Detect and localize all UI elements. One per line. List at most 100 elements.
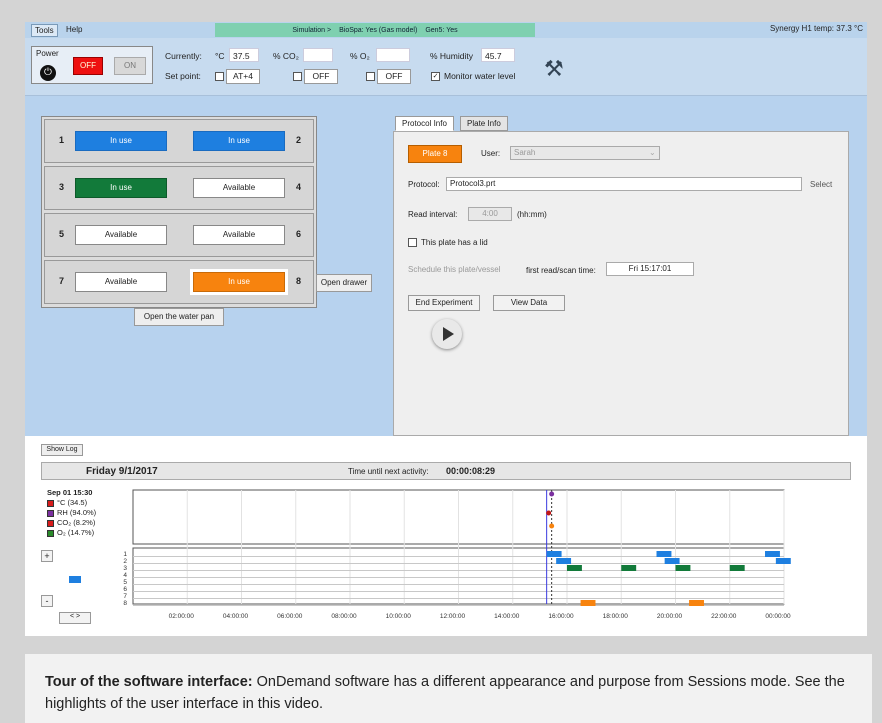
humidity-current-value: 45.7 <box>481 48 515 62</box>
wrench-screwdriver-icon[interactable]: ⚒ <box>544 56 564 82</box>
slot-number: 8 <box>296 276 302 286</box>
temp-setpoint-field[interactable]: AT+4 <box>226 69 260 84</box>
slot-6-button[interactable]: Available <box>193 225 285 245</box>
next-activity-value: 00:00:08:29 <box>446 466 496 476</box>
time-tick-label: 10:00:00 <box>386 613 412 620</box>
end-experiment-button[interactable]: End Experiment <box>408 295 480 311</box>
slot-5-button[interactable]: Available <box>75 225 167 245</box>
first-read-field[interactable]: Fri 15:17:01 <box>606 262 694 276</box>
lid-label: This plate has a lid <box>421 238 488 247</box>
time-tick-label: 00:00:00 <box>765 613 791 620</box>
legend-entry[interactable]: O₂ (14.7%) <box>47 528 96 538</box>
humidity-label: % Humidity <box>430 51 473 61</box>
slot-4-button[interactable]: Available <box>193 178 285 198</box>
zoom-out-button[interactable]: - <box>41 595 53 607</box>
slot-8-button[interactable]: In use <box>193 272 285 292</box>
time-tick-label: 20:00:00 <box>657 613 683 620</box>
play-icon[interactable] <box>432 319 462 349</box>
o2-setpoint-checkbox[interactable] <box>366 72 375 81</box>
co2-setpoint-field[interactable]: OFF <box>304 69 338 84</box>
power-icon: ⏻ <box>40 65 56 81</box>
legend-entry[interactable]: °C (34.5) <box>47 498 96 508</box>
legend-label: CO₂ (8.2%) <box>57 518 96 527</box>
power-group: Power ⏻ OFF ON <box>31 46 153 84</box>
legend-checkbox[interactable] <box>47 509 54 517</box>
protocol-label: Protocol: <box>408 180 440 189</box>
tab-plate-info[interactable]: Plate Info <box>460 116 508 131</box>
show-log-button[interactable]: Show Log <box>41 444 83 456</box>
monitor-water-label: Monitor water level <box>444 71 516 81</box>
lid-checkbox[interactable] <box>408 238 417 247</box>
open-water-pan-button[interactable]: Open the water pan <box>134 308 224 326</box>
legend-checkbox[interactable] <box>47 529 54 537</box>
slot-row: 7 Available In use 8 <box>44 260 314 304</box>
legend-label: O₂ (14.7%) <box>57 528 95 537</box>
open-drawer-button[interactable]: Open drawer <box>316 274 372 292</box>
schedule-label: Schedule this plate/vessel <box>408 265 501 274</box>
main-area: 1 In use In use 2 3 In use Available 4 5… <box>25 96 867 436</box>
time-tick-label: 22:00:00 <box>711 613 737 620</box>
row-label: 5 <box>123 579 127 586</box>
video-caption: Tour of the software interface: OnDemand… <box>25 654 872 723</box>
legend-checkbox[interactable] <box>47 499 54 507</box>
schedule-bar <box>546 551 562 557</box>
zoom-slider-handle[interactable] <box>69 576 81 583</box>
help-menu[interactable]: Help <box>63 24 85 35</box>
slot-1-button[interactable]: In use <box>75 131 167 151</box>
chevron-down-icon: ⌄ <box>649 148 656 157</box>
protocol-field[interactable]: Protocol3.prt <box>446 177 802 191</box>
legend-entry[interactable]: CO₂ (8.2%) <box>47 518 96 528</box>
temp-setpoint-checkbox[interactable] <box>215 72 224 81</box>
tools-menu[interactable]: Tools <box>31 24 58 37</box>
row-label: 8 <box>123 600 127 607</box>
schedule-bar <box>656 551 672 557</box>
next-activity-label: Time until next activity: <box>348 467 429 476</box>
protocol-info-panel: Plate 8 User: Sarah ⌄ Protocol: Protocol… <box>393 131 849 436</box>
gen5-status: Gen5: Yes <box>425 26 458 34</box>
schedule-bar <box>556 558 572 564</box>
slot-7-button[interactable]: Available <box>75 272 167 292</box>
simulation-label[interactable]: Simulation > <box>292 27 331 34</box>
menu-bar: Tools Help Simulation > BioSpa: Yes (Gas… <box>25 22 867 38</box>
plate-slot-grid: 1 In use In use 2 3 In use Available 4 5… <box>41 116 317 308</box>
co2-current-value <box>303 48 333 62</box>
read-interval-select[interactable]: 4:00 <box>468 207 512 221</box>
time-tick-label: 16:00:00 <box>548 613 574 620</box>
legend-entry[interactable]: RH (94.0%) <box>47 508 96 518</box>
temp-current-value: 37.5 <box>229 48 259 62</box>
slot-number: 7 <box>59 276 65 286</box>
time-tick-label: 02:00:00 <box>169 613 195 620</box>
slot-row: 3 In use Available 4 <box>44 166 314 210</box>
biospa-status: BioSpa: Yes (Gas model) <box>339 26 418 34</box>
power-on-button[interactable]: ON <box>114 57 146 75</box>
schedule-bar <box>729 565 745 571</box>
row-label: 2 <box>123 558 127 565</box>
slot-2-button[interactable]: In use <box>193 131 285 151</box>
setpoint-label: Set point: <box>165 71 201 81</box>
select-protocol-link[interactable]: Select <box>810 180 832 189</box>
schedule-bar <box>775 558 791 564</box>
schedule-bar <box>689 600 704 606</box>
time-tick-label: 18:00:00 <box>603 613 629 620</box>
power-off-button[interactable]: OFF <box>73 57 103 75</box>
zoom-in-button[interactable]: + <box>41 550 53 562</box>
row-label: 1 <box>123 551 127 558</box>
row-label: 6 <box>123 586 127 593</box>
plate-8-button[interactable]: Plate 8 <box>408 145 462 163</box>
slot-number: 4 <box>296 182 302 192</box>
view-data-button[interactable]: View Data <box>493 295 565 311</box>
monitor-water-checkbox[interactable]: ✓ <box>431 72 440 81</box>
time-tick-label: 12:00:00 <box>440 613 466 620</box>
schedule-bar <box>664 558 680 564</box>
slot-row: 5 Available Available 6 <box>44 213 314 257</box>
legend-checkbox[interactable] <box>47 519 54 527</box>
read-interval-unit: (hh:mm) <box>517 210 547 219</box>
tab-protocol-info[interactable]: Protocol Info <box>395 116 454 131</box>
day-title: Friday 9/1/2017 <box>86 466 158 477</box>
timeline-nav-buttons[interactable]: < > <box>59 612 91 624</box>
read-interval-label: Read interval: <box>408 210 458 219</box>
co2-setpoint-checkbox[interactable] <box>293 72 302 81</box>
o2-setpoint-field[interactable]: OFF <box>377 69 411 84</box>
user-select[interactable]: Sarah <box>510 146 660 160</box>
slot-3-button[interactable]: In use <box>75 178 167 198</box>
